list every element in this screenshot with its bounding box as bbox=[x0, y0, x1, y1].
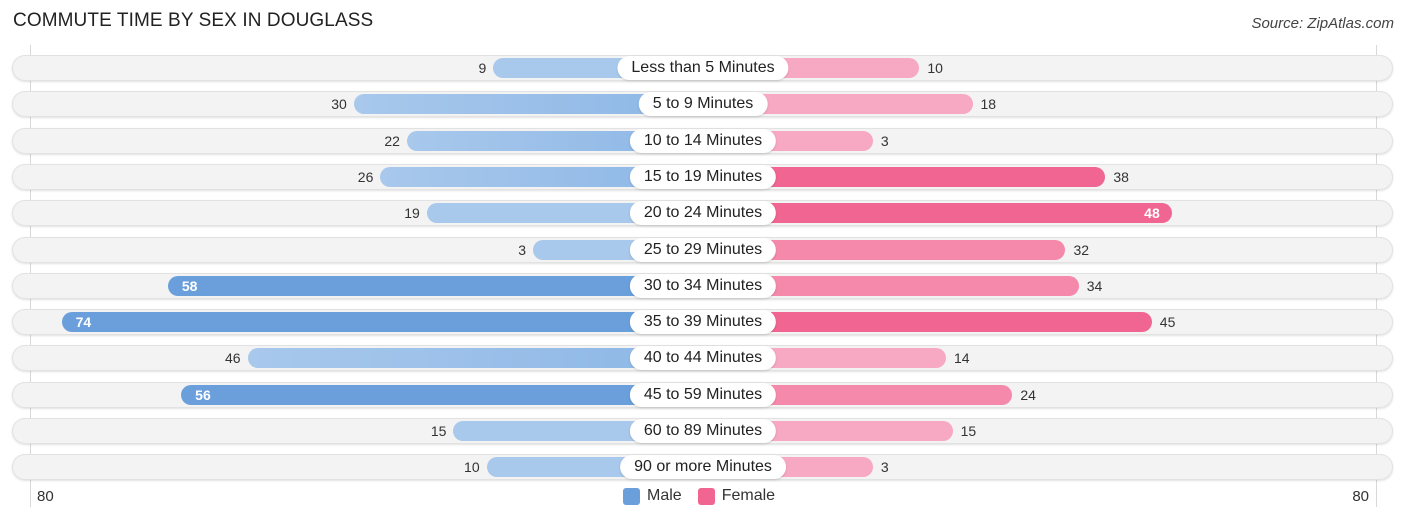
value-label-male: 26 bbox=[357, 168, 374, 185]
category-label: 90 or more Minutes bbox=[620, 455, 786, 480]
chart-title: COMMUTE TIME BY SEX IN DOUGLASS bbox=[13, 10, 374, 31]
bar-male bbox=[181, 384, 703, 405]
axis-label-left: 80 bbox=[37, 488, 54, 505]
value-label-female: 24 bbox=[1020, 386, 1036, 403]
value-label-female: 14 bbox=[953, 350, 970, 367]
value-label-male: 74 bbox=[75, 314, 92, 331]
category-label: 45 to 59 Minutes bbox=[629, 382, 777, 407]
value-label-female: 10 bbox=[927, 60, 943, 76]
value-label-male: 10 bbox=[464, 459, 480, 476]
legend-swatch-female bbox=[697, 487, 715, 505]
value-label-female: 38 bbox=[1113, 168, 1129, 185]
category-label: 15 to 19 Minutes bbox=[629, 164, 777, 189]
value-label-male: 19 bbox=[404, 205, 420, 222]
value-label-male: 56 bbox=[195, 386, 211, 403]
category-label: 25 to 29 Minutes bbox=[629, 237, 777, 262]
category-label: 20 to 24 Minutes bbox=[629, 201, 777, 226]
axis-label-right: 80 bbox=[1352, 488, 1369, 505]
legend: Male Female bbox=[623, 487, 775, 505]
category-label: 35 to 39 Minutes bbox=[629, 310, 777, 335]
legend-label-female: Female bbox=[721, 487, 776, 504]
value-label-female: 32 bbox=[1073, 241, 1090, 258]
bar-male bbox=[61, 312, 703, 333]
category-label: 60 to 89 Minutes bbox=[629, 419, 777, 443]
legend-swatch-male bbox=[623, 487, 640, 505]
source-label: Source: ZipAtlas.com bbox=[1251, 15, 1394, 32]
value-label-female: 34 bbox=[1086, 277, 1103, 294]
category-label: Less than 5 Minutes bbox=[617, 56, 789, 80]
category-label: 10 to 14 Minutes bbox=[629, 128, 777, 153]
value-label-female: 3 bbox=[880, 132, 889, 149]
value-label-female: 15 bbox=[960, 423, 977, 439]
value-label-male: 15 bbox=[430, 423, 447, 439]
category-label: 30 to 34 Minutes bbox=[629, 273, 777, 298]
value-label-male: 9 bbox=[478, 60, 487, 76]
value-label-female: 45 bbox=[1159, 314, 1176, 331]
bar-male bbox=[167, 275, 703, 296]
value-label-female: 48 bbox=[1144, 205, 1160, 222]
value-label-male: 22 bbox=[384, 132, 400, 149]
category-label: 5 to 9 Minutes bbox=[638, 92, 768, 117]
category-label: 40 to 44 Minutes bbox=[629, 346, 777, 371]
value-label-female: 18 bbox=[980, 96, 997, 113]
value-label-female: 3 bbox=[880, 459, 889, 476]
value-label-male: 3 bbox=[518, 241, 527, 258]
value-label-male: 30 bbox=[331, 96, 347, 113]
value-label-male: 46 bbox=[224, 350, 241, 367]
value-label-male: 58 bbox=[181, 277, 198, 294]
legend-label-male: Male bbox=[647, 487, 682, 504]
